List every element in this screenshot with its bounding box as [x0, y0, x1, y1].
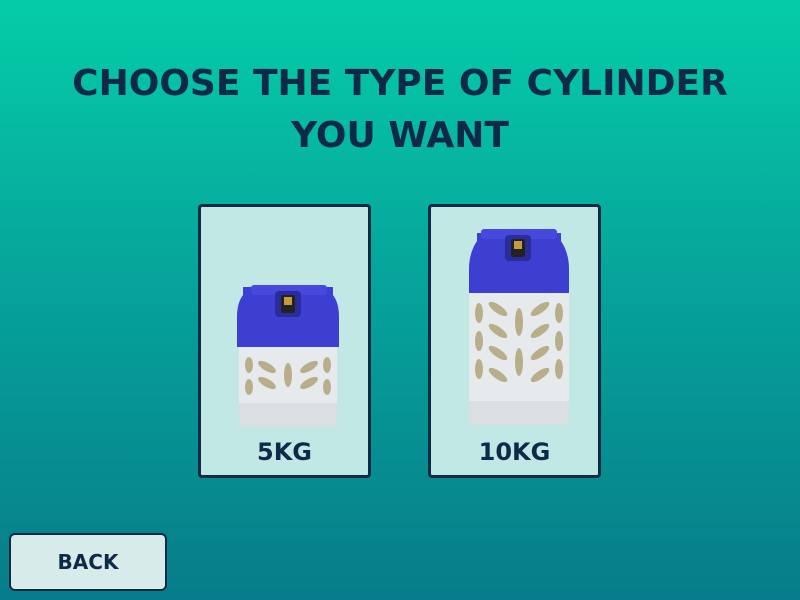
- option-10kg-label: 10KG: [478, 438, 551, 466]
- page-title: CHOOSE THE TYPE OF CYLINDER YOU WANT: [0, 58, 800, 162]
- option-5kg-label: 5KG: [257, 438, 312, 466]
- option-10kg-card[interactable]: 10KG: [428, 204, 601, 478]
- back-button[interactable]: BACK: [9, 533, 167, 591]
- gas-cylinder-icon: [237, 285, 339, 427]
- gas-cylinder-icon: [469, 229, 569, 425]
- option-5kg-card[interactable]: 5KG: [198, 204, 371, 478]
- page-title-line-1: CHOOSE THE TYPE OF CYLINDER: [72, 63, 728, 104]
- page-title-line-2: YOU WANT: [291, 115, 509, 156]
